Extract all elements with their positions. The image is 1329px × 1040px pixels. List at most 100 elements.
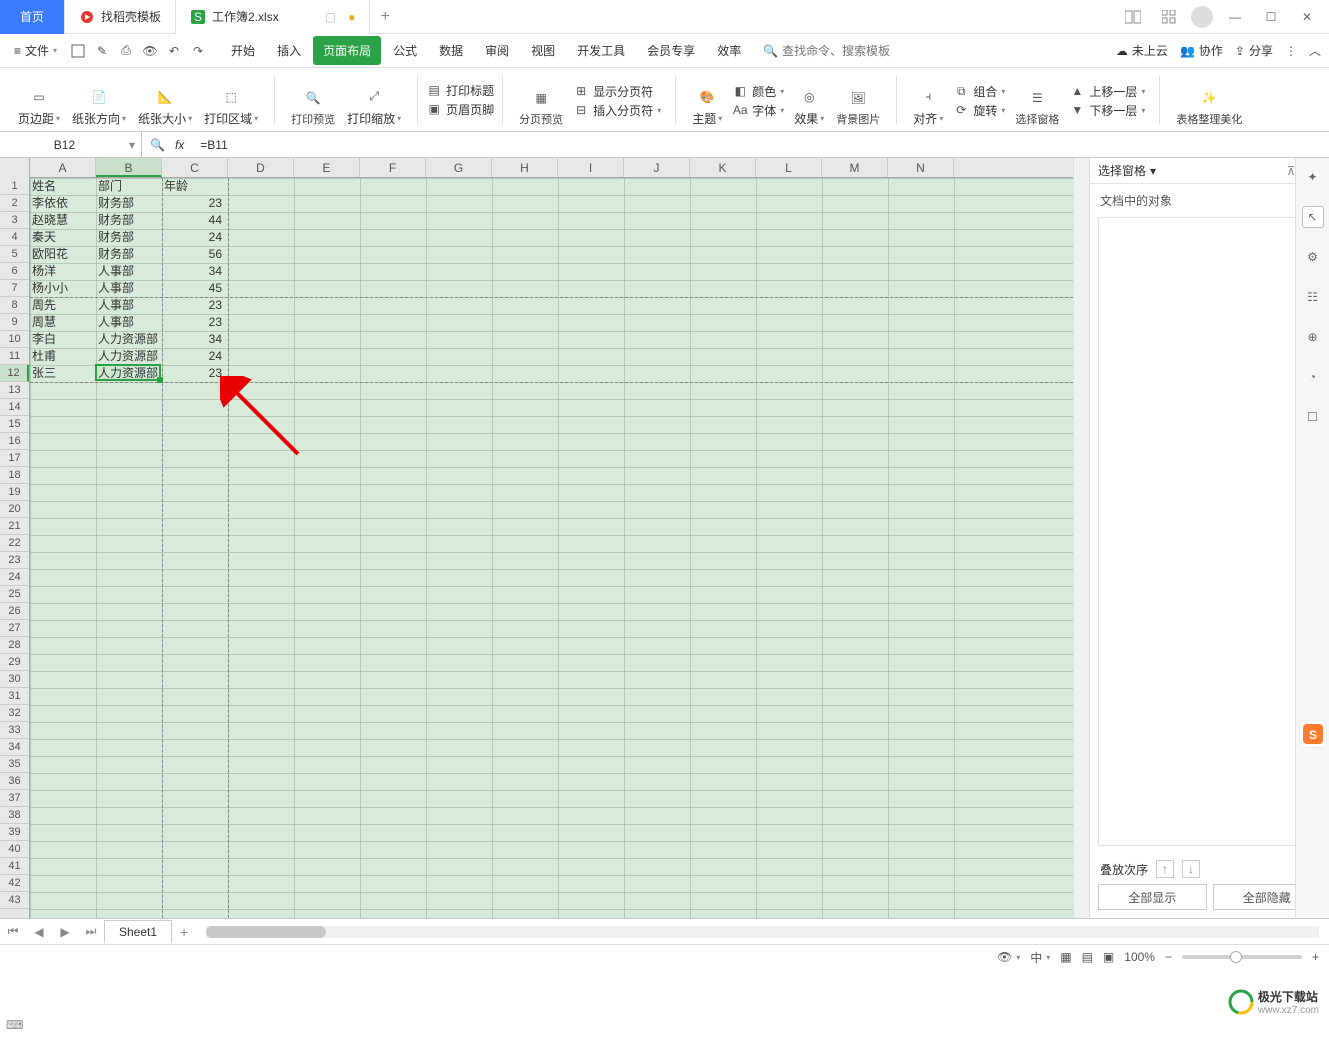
collapse-ribbon-icon[interactable]: ︿ <box>1309 42 1321 59</box>
new-tab-button[interactable]: + <box>370 2 400 32</box>
effects-button[interactable]: ◎效果▾ <box>788 84 830 129</box>
apps-icon[interactable] <box>1155 3 1183 31</box>
row-header-35[interactable]: 35 <box>0 756 29 773</box>
cell[interactable]: 周先 <box>30 297 96 314</box>
cell[interactable]: 欧阳花 <box>30 246 96 263</box>
side-select-icon[interactable]: ↖ <box>1302 206 1324 228</box>
row-header-37[interactable]: 37 <box>0 790 29 807</box>
cell[interactable]: 杨小小 <box>30 280 96 297</box>
row-header-24[interactable]: 24 <box>0 569 29 586</box>
col-header-K[interactable]: K <box>690 158 756 177</box>
row-header-30[interactable]: 30 <box>0 671 29 688</box>
side-settings-icon[interactable]: ⚙ <box>1302 246 1324 268</box>
sheet-next-icon[interactable]: ▶ <box>52 925 78 939</box>
cell[interactable]: 44 <box>162 212 228 229</box>
cell[interactable]: 部门 <box>96 178 162 195</box>
qat-preview-icon[interactable]: 👁 <box>139 40 161 62</box>
zoom-thumb[interactable] <box>1230 951 1242 963</box>
row-header-33[interactable]: 33 <box>0 722 29 739</box>
sendbackward-button[interactable]: ▼下移一层▾ <box>1069 102 1145 119</box>
cell[interactable]: 人力资源部 <box>96 331 162 348</box>
side-tool3-icon[interactable]: ☐ <box>1302 406 1324 428</box>
col-header-C[interactable]: C <box>162 158 228 177</box>
tab-efficiency[interactable]: 效率 <box>707 36 751 65</box>
command-search[interactable]: 🔍 <box>763 44 922 58</box>
view-page-icon[interactable]: ▤ <box>1082 950 1093 964</box>
name-box-dropdown-icon[interactable]: ▾ <box>129 138 141 152</box>
cell-selection[interactable] <box>95 364 161 381</box>
col-header-M[interactable]: M <box>822 158 888 177</box>
cell[interactable]: 56 <box>162 246 228 263</box>
cell[interactable]: 人事部 <box>96 297 162 314</box>
col-header-N[interactable]: N <box>888 158 954 177</box>
zoom-in-button[interactable]: + <box>1312 950 1319 964</box>
cell[interactable]: 23 <box>162 314 228 331</box>
col-header-D[interactable]: D <box>228 158 294 177</box>
col-header-E[interactable]: E <box>294 158 360 177</box>
cell[interactable]: 23 <box>162 195 228 212</box>
row-header-21[interactable]: 21 <box>0 518 29 535</box>
row-header-6[interactable]: 6 <box>0 263 29 280</box>
zoom-label[interactable]: 100% <box>1124 950 1155 964</box>
layout-icon[interactable] <box>1119 3 1147 31</box>
formula-input[interactable] <box>192 138 1329 152</box>
cell[interactable]: 23 <box>162 297 228 314</box>
qat-redo-icon[interactable]: ↷ <box>187 40 209 62</box>
margins-button[interactable]: ▭页边距▾ <box>12 84 66 129</box>
row-header-17[interactable]: 17 <box>0 450 29 467</box>
row-header-42[interactable]: 42 <box>0 875 29 892</box>
tab-insert[interactable]: 插入 <box>267 36 311 65</box>
col-header-H[interactable]: H <box>492 158 558 177</box>
row-header-4[interactable]: 4 <box>0 229 29 246</box>
cell[interactable]: 周慧 <box>30 314 96 331</box>
cell[interactable]: 24 <box>162 348 228 365</box>
tab-expand-icon[interactable]: ▢ <box>325 10 336 24</box>
row-header-39[interactable]: 39 <box>0 824 29 841</box>
row-header-22[interactable]: 22 <box>0 535 29 552</box>
view-break-icon[interactable]: ▣ <box>1103 950 1114 964</box>
tab-devtools[interactable]: 开发工具 <box>567 36 635 65</box>
tab-view[interactable]: 视图 <box>521 36 565 65</box>
show-all-button[interactable]: 全部显示 <box>1098 884 1207 910</box>
cell[interactable]: 人事部 <box>96 263 162 280</box>
menu-more-icon[interactable]: ⋮ <box>1285 44 1297 58</box>
zoom-slider[interactable] <box>1182 955 1302 959</box>
cell[interactable]: 姓名 <box>30 178 96 195</box>
col-header-A[interactable]: A <box>30 158 96 177</box>
collaborate-button[interactable]: 👥协作 <box>1180 42 1223 59</box>
qat-save-icon[interactable] <box>67 40 89 62</box>
row-header-3[interactable]: 3 <box>0 212 29 229</box>
row-header-27[interactable]: 27 <box>0 620 29 637</box>
maximize-button[interactable]: ☐ <box>1257 3 1285 31</box>
row-header-19[interactable]: 19 <box>0 484 29 501</box>
tab-data[interactable]: 数据 <box>429 36 473 65</box>
cell[interactable]: 财务部 <box>96 195 162 212</box>
row-header-25[interactable]: 25 <box>0 586 29 603</box>
cell[interactable]: 34 <box>162 331 228 348</box>
showpagebreak-button[interactable]: ⊞显示分页符 <box>573 83 661 100</box>
tab-template[interactable]: 找稻壳模板 <box>65 0 176 34</box>
sheet-last-icon[interactable]: ⏭ <box>78 924 104 939</box>
search-input[interactable] <box>782 44 922 58</box>
cell[interactable]: 财务部 <box>96 212 162 229</box>
close-button[interactable]: ✕ <box>1293 3 1321 31</box>
cell[interactable]: 杨洋 <box>30 263 96 280</box>
avatar[interactable] <box>1191 6 1213 28</box>
fill-handle[interactable] <box>157 377 163 383</box>
cell[interactable]: 赵晓慧 <box>30 212 96 229</box>
pane-list[interactable] <box>1098 217 1321 846</box>
side-assist-icon[interactable]: ✦ <box>1302 166 1324 188</box>
row-header-28[interactable]: 28 <box>0 637 29 654</box>
row-header-9[interactable]: 9 <box>0 314 29 331</box>
vertical-scrollbar[interactable] <box>1073 158 1089 918</box>
row-header-10[interactable]: 10 <box>0 331 29 348</box>
tab-formula[interactable]: 公式 <box>383 36 427 65</box>
name-box-input[interactable] <box>0 138 129 152</box>
sogou-ime-icon[interactable]: S <box>1299 720 1327 748</box>
selectionpane-button[interactable]: ☰选择窗格 <box>1009 85 1065 129</box>
status-icon[interactable]: ⌨ <box>6 1018 24 1036</box>
eye-mode-icon[interactable]: 👁▾ <box>997 950 1020 964</box>
cell[interactable]: 24 <box>162 229 228 246</box>
row-header-26[interactable]: 26 <box>0 603 29 620</box>
cell[interactable]: 人事部 <box>96 280 162 297</box>
